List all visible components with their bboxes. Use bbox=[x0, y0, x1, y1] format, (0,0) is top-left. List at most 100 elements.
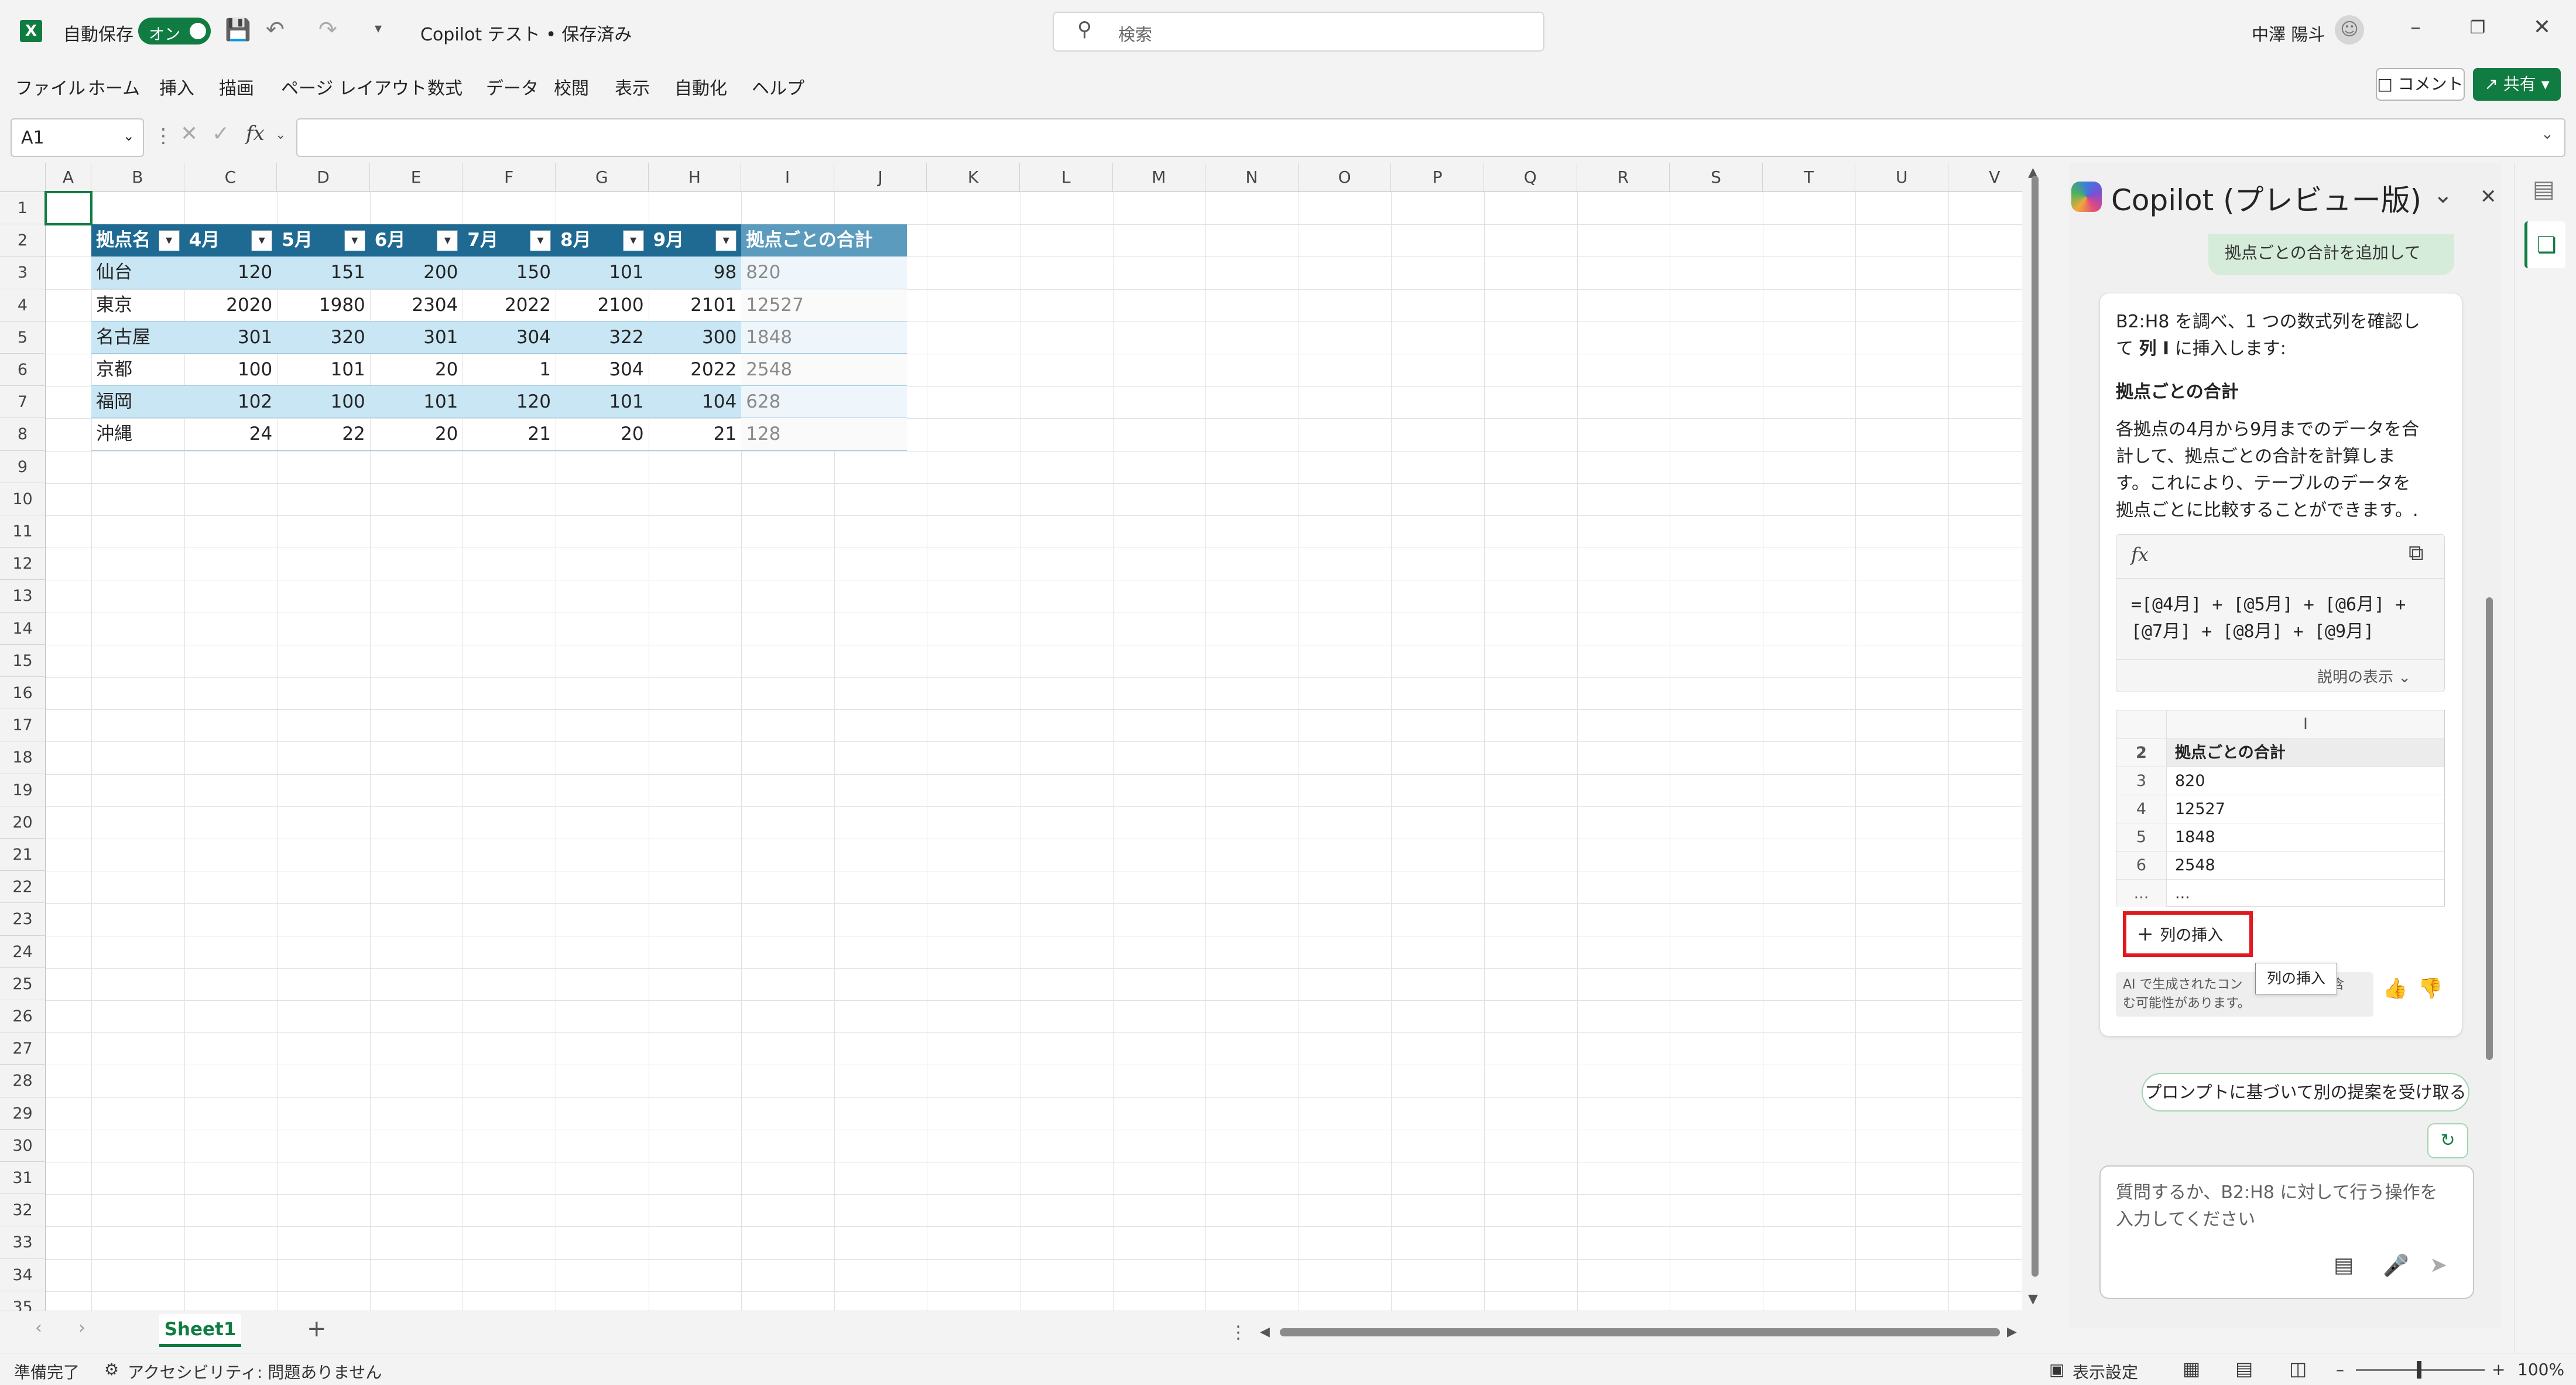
close-pane-icon[interactable]: ✕ bbox=[2480, 185, 2497, 208]
table-row-cell[interactable]: 100 bbox=[277, 386, 370, 419]
table-row-cell[interactable]: 104 bbox=[648, 386, 742, 419]
horizontal-scroll-thumb[interactable] bbox=[1280, 1328, 2000, 1336]
tab-data[interactable]: データ bbox=[486, 74, 539, 100]
thumbs-down-icon[interactable]: 👎 bbox=[2418, 977, 2443, 1000]
tab-view[interactable]: 表示 bbox=[615, 74, 650, 100]
zoom-in-icon[interactable]: + bbox=[2492, 1360, 2505, 1379]
column-header-c[interactable]: C bbox=[184, 163, 278, 192]
tab-automate[interactable]: 自動化 bbox=[674, 74, 727, 100]
add-sheet-icon[interactable]: + bbox=[307, 1315, 327, 1342]
column-header-o[interactable]: O bbox=[1298, 163, 1392, 192]
row-header-26[interactable]: 26 bbox=[0, 1000, 46, 1033]
filter-dropdown-icon[interactable]: ▾ bbox=[158, 230, 180, 252]
row-header-27[interactable]: 27 bbox=[0, 1032, 46, 1065]
column-header-b[interactable]: B bbox=[91, 163, 184, 192]
user-name[interactable]: 中澤 陽斗 bbox=[2252, 21, 2325, 46]
filter-dropdown-icon[interactable]: ▾ bbox=[530, 230, 551, 252]
select-all-corner[interactable] bbox=[0, 163, 46, 192]
user-icon[interactable]: ☺ bbox=[2335, 15, 2364, 45]
row-header-28[interactable]: 28 bbox=[0, 1065, 46, 1097]
table-row-cell[interactable]: 101 bbox=[369, 386, 463, 419]
table-row-cell[interactable]: 320 bbox=[277, 321, 370, 354]
notebook-icon[interactable]: ▤ bbox=[2334, 1253, 2354, 1277]
zoom-level[interactable]: 100% bbox=[2517, 1360, 2564, 1379]
row-header-22[interactable]: 22 bbox=[0, 871, 46, 904]
sheet-prev-icon[interactable]: ‹ bbox=[35, 1318, 42, 1338]
table-row-cell[interactable]: 301 bbox=[369, 321, 463, 354]
table-row-cell[interactable]: 22 bbox=[277, 418, 370, 451]
tab-draw[interactable]: 描画 bbox=[219, 74, 254, 100]
normal-view-icon[interactable]: ▦ bbox=[2183, 1357, 2200, 1380]
row-header-4[interactable]: 4 bbox=[0, 289, 46, 322]
display-settings-icon[interactable]: ▣ bbox=[2049, 1360, 2064, 1379]
table-row-cell[interactable]: 名古屋 bbox=[91, 321, 184, 354]
table-row-cell[interactable]: 120 bbox=[184, 257, 278, 289]
row-header-7[interactable]: 7 bbox=[0, 386, 46, 419]
table-row-cell[interactable]: 20 bbox=[369, 418, 463, 451]
table-row-cell[interactable]: 101 bbox=[277, 354, 370, 387]
filter-dropdown-icon[interactable]: ▾ bbox=[344, 230, 365, 252]
row-header-34[interactable]: 34 bbox=[0, 1259, 46, 1291]
chevron-down-icon[interactable]: ⌄ bbox=[602, 20, 614, 36]
row-header-5[interactable]: 5 bbox=[0, 321, 46, 354]
table-row-cell[interactable]: 2020 bbox=[184, 289, 278, 322]
formula-input[interactable] bbox=[296, 118, 2565, 157]
chat-input[interactable]: 質問するか、B2:H8 に対して行う操作を 入力してください bbox=[2099, 1165, 2474, 1299]
row-header-25[interactable]: 25 bbox=[0, 967, 46, 1000]
tab-formulas[interactable]: 数式 bbox=[427, 74, 463, 100]
row-header-11[interactable]: 11 bbox=[0, 515, 46, 548]
close-icon[interactable]: ✕ bbox=[2524, 15, 2560, 39]
mic-icon[interactable]: 🎤 bbox=[2383, 1253, 2409, 1278]
row-header-16[interactable]: 16 bbox=[0, 677, 46, 710]
column-header-i[interactable]: I bbox=[741, 163, 834, 192]
pane-scroll-thumb[interactable] bbox=[2486, 597, 2493, 1060]
row-header-2[interactable]: 2 bbox=[0, 224, 46, 257]
table-row-cell[interactable]: 820 bbox=[741, 257, 907, 289]
column-header-d[interactable]: D bbox=[277, 163, 370, 192]
table-row-cell[interactable]: 151 bbox=[277, 257, 370, 289]
alternative-suggestion-button[interactable]: プロンプトに基づいて別の提案を受け取る bbox=[2142, 1073, 2469, 1112]
table-row-cell[interactable]: 1980 bbox=[277, 289, 370, 322]
row-header-21[interactable]: 21 bbox=[0, 839, 46, 871]
table-row-cell[interactable]: 21 bbox=[648, 418, 742, 451]
more-icon[interactable]: ⋮ bbox=[153, 124, 173, 148]
column-header-p[interactable]: P bbox=[1391, 163, 1484, 192]
scroll-left-icon[interactable]: ◀ bbox=[1260, 1325, 1270, 1339]
column-header-m[interactable]: M bbox=[1112, 163, 1206, 192]
zoom-slider-thumb[interactable] bbox=[2417, 1361, 2421, 1379]
table-row-cell[interactable]: 304 bbox=[556, 354, 649, 387]
filter-dropdown-icon[interactable]: ▾ bbox=[437, 230, 458, 252]
column-header-u[interactable]: U bbox=[1855, 163, 1948, 192]
table-row-cell[interactable]: 300 bbox=[648, 321, 742, 354]
table-row-cell[interactable]: 98 bbox=[648, 257, 742, 289]
quick-access-dropdown-icon[interactable]: ▾ bbox=[375, 20, 382, 36]
save-icon[interactable]: 💾 bbox=[225, 18, 251, 42]
chevron-down-icon[interactable]: ⌄ bbox=[275, 128, 286, 142]
column-header-e[interactable]: E bbox=[369, 163, 463, 192]
row-header-19[interactable]: 19 bbox=[0, 774, 46, 806]
table-row-cell[interactable]: 21 bbox=[463, 418, 556, 451]
sheet-next-icon[interactable]: › bbox=[78, 1318, 85, 1338]
insert-function-icon[interactable]: fx bbox=[246, 122, 265, 145]
row-header-20[interactable]: 20 bbox=[0, 806, 46, 839]
thumbs-up-icon[interactable]: 👍 bbox=[2383, 977, 2407, 1000]
copilot-rail-icon[interactable]: ❏ bbox=[2524, 221, 2565, 268]
column-header-f[interactable]: F bbox=[463, 163, 556, 192]
table-row-cell[interactable]: 2304 bbox=[369, 289, 463, 322]
table-row-cell[interactable]: 仙台 bbox=[91, 257, 184, 289]
accessibility-icon[interactable]: ⚙ bbox=[104, 1360, 119, 1379]
chevron-down-icon[interactable]: ⌄ bbox=[2433, 182, 2453, 208]
row-header-24[interactable]: 24 bbox=[0, 935, 46, 968]
table-row-cell[interactable]: 2022 bbox=[648, 354, 742, 387]
document-title[interactable]: Copilot テスト • 保存済み bbox=[420, 20, 632, 46]
zoom-out-icon[interactable]: – bbox=[2336, 1360, 2344, 1379]
redo-icon[interactable]: ↷ bbox=[318, 16, 337, 42]
table-row-cell[interactable]: 12527 bbox=[741, 289, 907, 322]
insert-column-button[interactable]: + 列の挿入 bbox=[2123, 911, 2253, 957]
filter-dropdown-icon[interactable]: ▾ bbox=[622, 230, 644, 252]
tab-review[interactable]: 校閲 bbox=[554, 74, 589, 100]
row-header-30[interactable]: 30 bbox=[0, 1129, 46, 1162]
table-row-cell[interactable]: 福岡 bbox=[91, 386, 184, 419]
table-row-cell[interactable]: 100 bbox=[184, 354, 278, 387]
column-header-k[interactable]: K bbox=[927, 163, 1020, 192]
